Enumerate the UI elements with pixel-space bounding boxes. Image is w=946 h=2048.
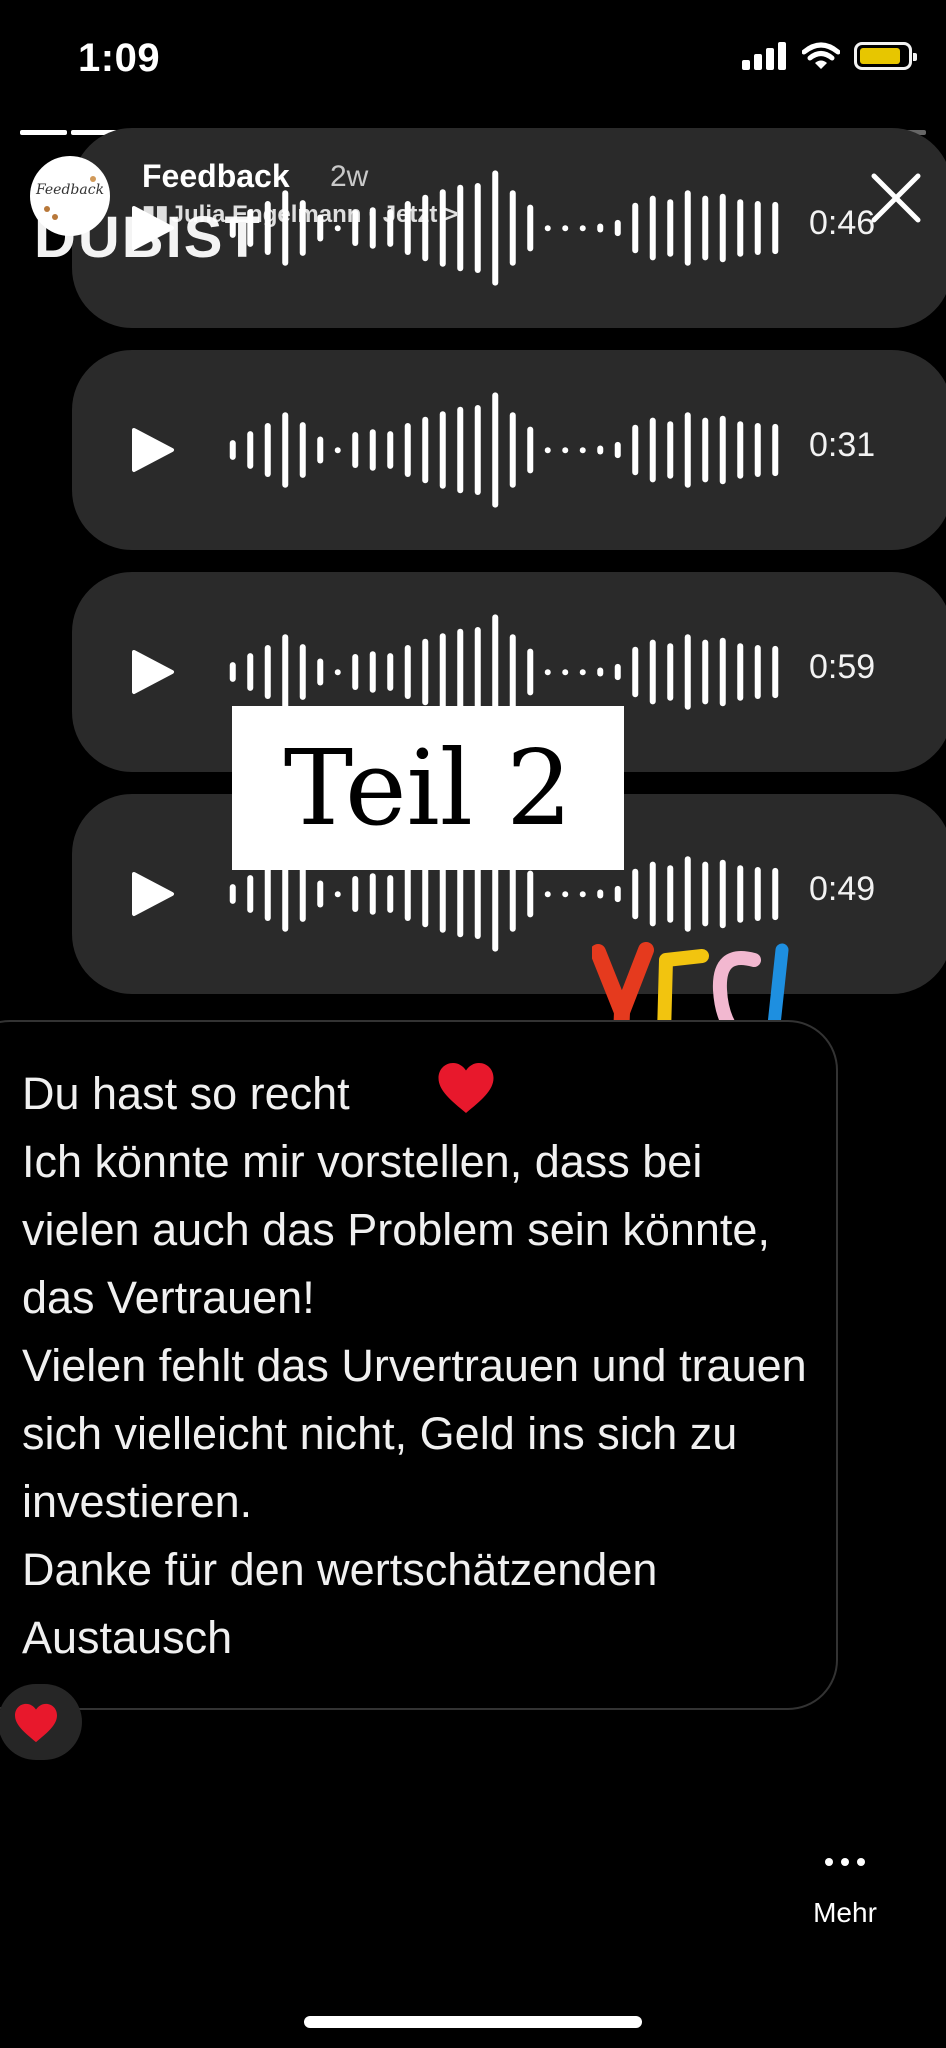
waveform-icon — [229, 392, 779, 508]
signal-icon — [742, 42, 786, 70]
story-username[interactable]: Feedback — [142, 158, 290, 195]
teil-2-sticker: Teil 2 — [232, 706, 624, 870]
status-time: 1:09 — [78, 36, 161, 80]
voice-message-duration: 0:49 — [809, 870, 876, 908]
message-body: Du hast so recht Ich könnte mir vorstell… — [22, 1068, 807, 1663]
story-age: 2w — [330, 160, 369, 193]
voice-message-duration: 0:59 — [809, 648, 876, 686]
voice-message-duration: 0:31 — [809, 426, 876, 464]
play-icon[interactable] — [128, 648, 176, 696]
message-text: Du hast so recht Ich könnte mir vorstell… — [22, 1060, 822, 1672]
teil-2-text: Teil 2 — [283, 727, 573, 849]
battery-icon — [854, 42, 917, 70]
progress-segment — [20, 130, 67, 135]
avatar[interactable]: Feedback — [30, 156, 110, 236]
story-music-subtitle[interactable]: ▮▮ Julia Engelmann · Jetzt > — [142, 200, 458, 229]
avatar-logo-text: Feedback — [35, 182, 105, 198]
music-icon: ▮▮ — [142, 201, 169, 228]
status-icons — [742, 42, 917, 70]
play-icon[interactable] — [128, 426, 176, 474]
wifi-icon — [802, 42, 840, 69]
voice-message[interactable]: 0:31 — [72, 350, 946, 550]
heart-reaction — [0, 1684, 82, 1760]
more-dots-icon — [825, 1858, 865, 1866]
more-button[interactable]: Mehr — [800, 1852, 890, 1929]
more-label: Mehr — [813, 1897, 877, 1928]
close-icon[interactable] — [866, 168, 926, 228]
heart-emoji-icon — [438, 1063, 494, 1113]
story-header: Feedback Feedback 2w ▮▮ Julia Engelmann … — [30, 156, 910, 236]
play-icon[interactable] — [128, 870, 176, 918]
heart-reaction-icon — [15, 1703, 57, 1743]
status-bar: 1:09 — [0, 0, 946, 120]
home-indicator[interactable] — [304, 2016, 642, 2028]
